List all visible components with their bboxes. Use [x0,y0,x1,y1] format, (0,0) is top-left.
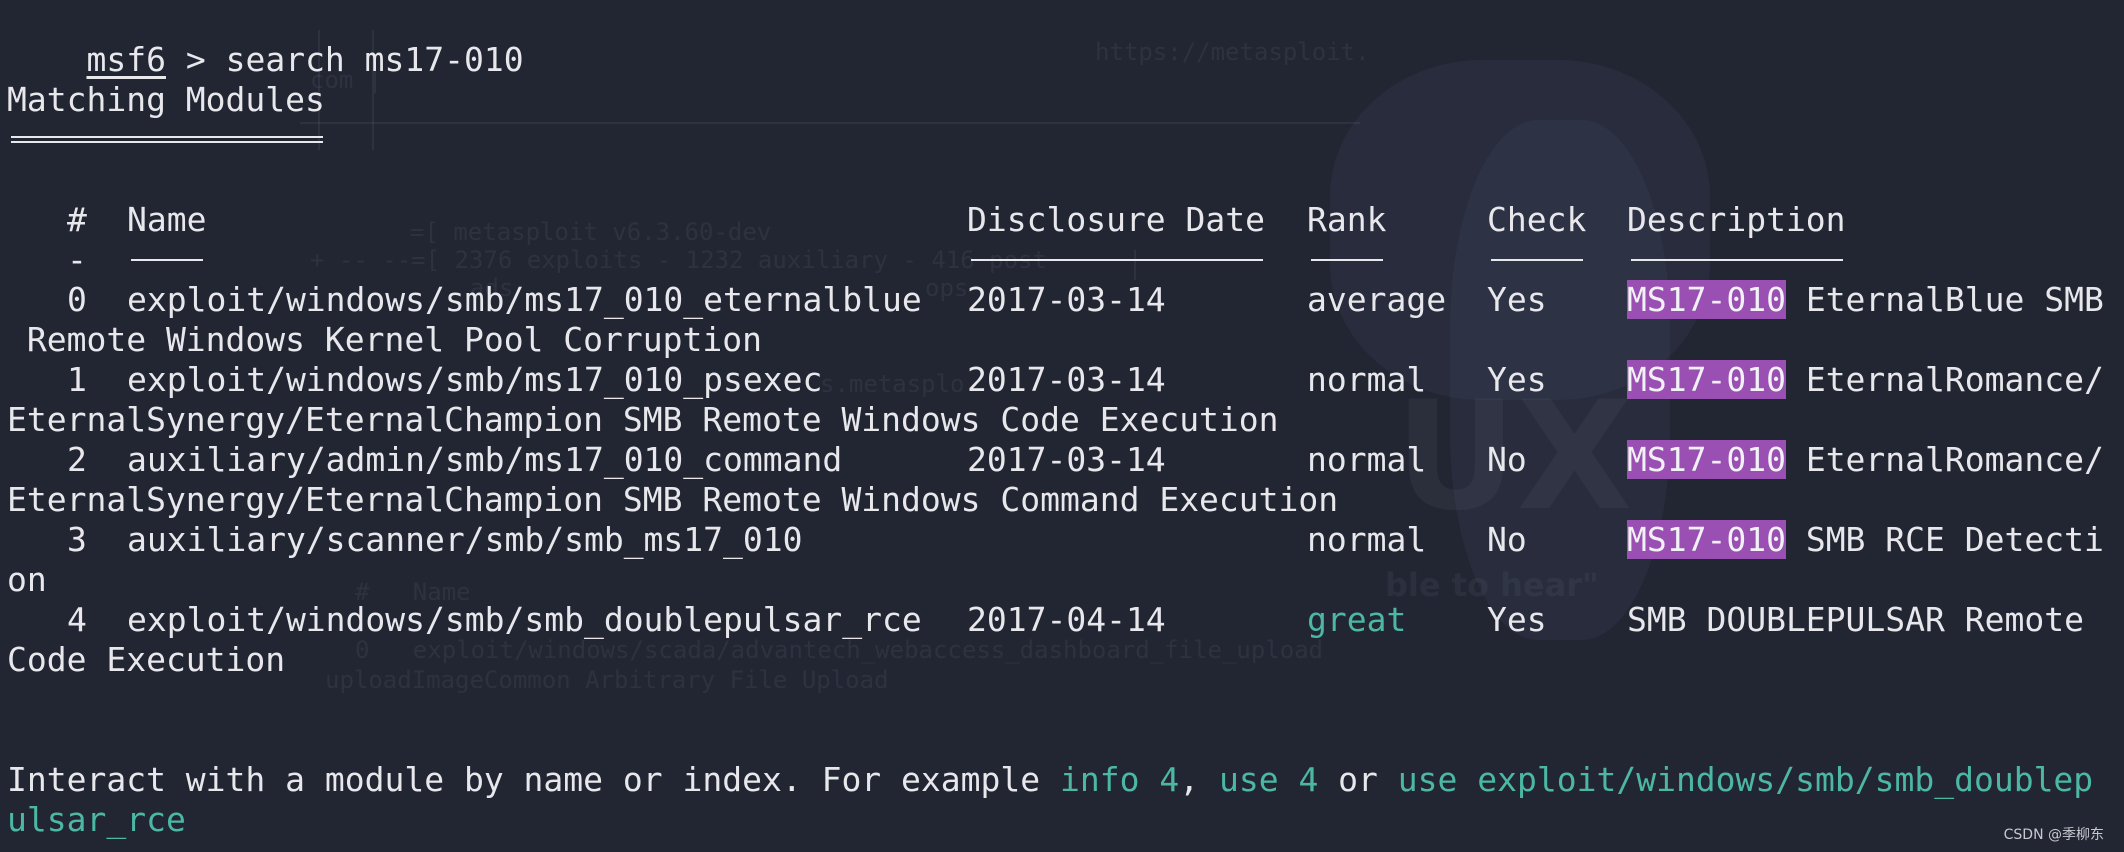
column-header-index-dash: - [67,240,87,279]
background-slogan: ble to hear" [1385,566,1599,604]
table-row-index: 2 [67,440,87,479]
table-row-date: 2017-04-14 [967,600,1166,639]
table-row-name[interactable]: exploit/windows/smb/smb_doublepulsar_rce [127,600,922,640]
background-banner-line: =[ metasploit v6.3.60-dev [410,218,772,246]
table-row-name[interactable]: exploit/windows/smb/ms17_010_psexec [127,360,822,400]
background-url: https://metasploit. [1095,38,1370,66]
search-match-highlight: MS17-010 [1627,520,1786,559]
table-row-check: Yes [1487,280,1547,319]
table-row-description: MS17-010 EternalRomance/ [1627,360,2104,400]
table-row-name[interactable]: exploit/windows/smb/ms17_010_eternalblue [127,280,922,320]
table-row-index: 3 [67,520,87,559]
table-row-description-wrap: Remote Windows Kernel Pool Corruption [7,320,762,359]
background-old-row: 0 exploit/windows/scada/advantech_webacc… [355,636,1324,664]
table-row-description-wrap: on [7,560,47,599]
column-header-check: Check [1487,200,1587,239]
usage-hint: Interact with a module by name or index.… [7,760,2093,800]
column-header-rank: Rank [1307,200,1387,239]
description-text: EternalRomance/ [1785,440,2104,479]
table-row-date: 2017-03-14 [967,280,1166,319]
prompt-name: msf6 [86,40,166,79]
column-header-check-underline [1491,259,1583,261]
column-header-rank-underline [1311,259,1383,261]
search-match-highlight: MS17-010 [1627,280,1786,319]
table-row-date: 2017-03-14 [967,440,1166,479]
watermark: CSDN @季柳东 [2003,827,2104,843]
example-command-info[interactable]: info 4 [1060,760,1179,799]
table-row-description-wrap: Code Execution [7,640,286,679]
section-title: Matching Modules [7,80,325,119]
table-row-rank: normal [1307,360,1427,399]
table-row-check: Yes [1487,360,1547,399]
usage-hint-text: Interact with a module by name or index.… [7,760,1060,799]
background-banner-line: ops [925,274,969,302]
example-command-use-index[interactable]: use 4 [1219,760,1318,799]
usage-hint-separator: , [1179,760,1219,799]
column-header-date: Disclosure Date [967,200,1266,239]
table-row-description: MS17-010 EternalRomance/ [1627,440,2104,480]
column-header-name-underline [131,259,203,261]
column-header-name: Name [127,200,207,239]
description-text: EternalRomance/ [1785,360,2104,399]
column-header-description: Description [1627,200,1846,239]
prompt-symbol: > [185,40,206,79]
search-match-highlight: MS17-010 [1627,440,1786,479]
terminal-window[interactable]: https://metasploit. com | =[ metasploit … [0,0,2124,852]
table-row-description-wrap: EternalSynergy/EternalChampion SMB Remot… [7,400,1279,439]
background-divider [300,122,1360,124]
table-row-index: 1 [67,360,87,399]
table-row-check: No [1487,440,1527,479]
table-row-rank: average [1307,280,1447,319]
prompt-command: search ms17-010 [225,40,524,79]
table-row-name[interactable]: auxiliary/admin/smb/ms17_010_command [127,440,842,480]
column-header-index: # [67,200,87,239]
table-row-date: 2017-03-14 [967,360,1166,399]
description-text: EternalBlue SMB [1785,280,2104,319]
table-row-check: No [1487,520,1527,559]
description-text: SMB RCE Detecti [1785,520,2104,559]
table-row-description: MS17-010 SMB RCE Detecti [1627,520,2104,560]
background-banner-line: + -- --=[ 2376 exploits - 1232 auxiliary… [310,246,1047,274]
column-header-date-underline [971,259,1263,261]
table-row-rank: normal [1307,440,1427,479]
example-command-use-name-wrap[interactable]: ulsar_rce [7,800,186,840]
table-row-description: MS17-010 EternalBlue SMB [1627,280,2104,320]
table-row-index: 4 [67,600,87,639]
table-row-description: SMB DOUBLEPULSAR Remote [1627,600,2084,639]
background-banner-line: s.metasplo [820,370,965,398]
usage-hint-separator: or [1318,760,1398,799]
example-command-use-name[interactable]: use exploit/windows/smb/smb_doublep [1398,760,2093,799]
column-header-description-underline [1631,259,1843,261]
table-row-rank: great [1307,600,1407,639]
search-match-highlight: MS17-010 [1627,360,1786,399]
table-row-description-wrap: EternalSynergy/EternalChampion SMB Remot… [7,480,1339,519]
background-old-desc: uploadImageCommon Arbitrary File Upload [325,666,889,694]
section-title-underline [11,136,323,143]
table-row-index: 0 [67,280,87,319]
background-divider [1134,250,1136,280]
table-row-check: Yes [1487,600,1547,639]
table-row-name[interactable]: auxiliary/scanner/smb/smb_ms17_010 [127,520,803,560]
table-row-rank: normal [1307,520,1427,559]
